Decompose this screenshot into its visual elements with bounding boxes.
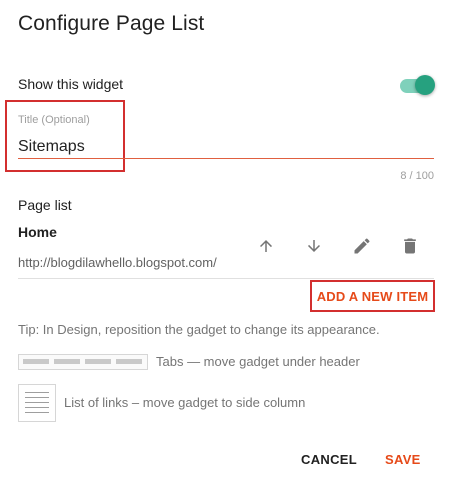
list-of-links-icon (18, 384, 56, 422)
arrow-up-icon (257, 237, 275, 255)
character-counter: 8 / 100 (400, 170, 434, 182)
cancel-button[interactable]: CANCEL (301, 452, 357, 467)
page-list-label: Page list (18, 197, 72, 213)
title-field-label: Title (Optional) (18, 114, 90, 126)
pencil-icon (352, 236, 372, 256)
edit-item-button[interactable] (350, 234, 374, 258)
save-button[interactable]: SAVE (385, 452, 421, 467)
item-name: Home (18, 224, 57, 240)
list-layout-label: List of links – move gadget to side colu… (64, 395, 306, 410)
tabs-layout-label: Tabs — move gadget under header (156, 354, 360, 369)
add-new-item-button[interactable]: ADD A NEW ITEM (310, 280, 435, 312)
title-input-underline (18, 158, 434, 159)
show-widget-toggle[interactable] (398, 73, 436, 97)
show-widget-label: Show this widget (18, 76, 124, 92)
move-down-button[interactable] (302, 234, 326, 258)
toggle-thumb (415, 75, 435, 95)
move-up-button[interactable] (254, 234, 278, 258)
show-widget-row: Show this widget (18, 75, 436, 95)
tabs-layout-icon (18, 354, 148, 370)
configure-page-list-dialog: Configure Page List Show this widget Tit… (0, 0, 449, 483)
item-url: http://blogdilawhello.blogspot.com/ (18, 255, 217, 270)
dialog-title: Configure Page List (18, 12, 205, 35)
title-input[interactable] (18, 136, 432, 158)
delete-item-button[interactable] (398, 234, 422, 258)
trash-icon (400, 236, 420, 256)
design-tip: Tip: In Design, reposition the gadget to… (18, 322, 380, 337)
arrow-down-icon (305, 237, 323, 255)
item-divider (18, 278, 434, 279)
